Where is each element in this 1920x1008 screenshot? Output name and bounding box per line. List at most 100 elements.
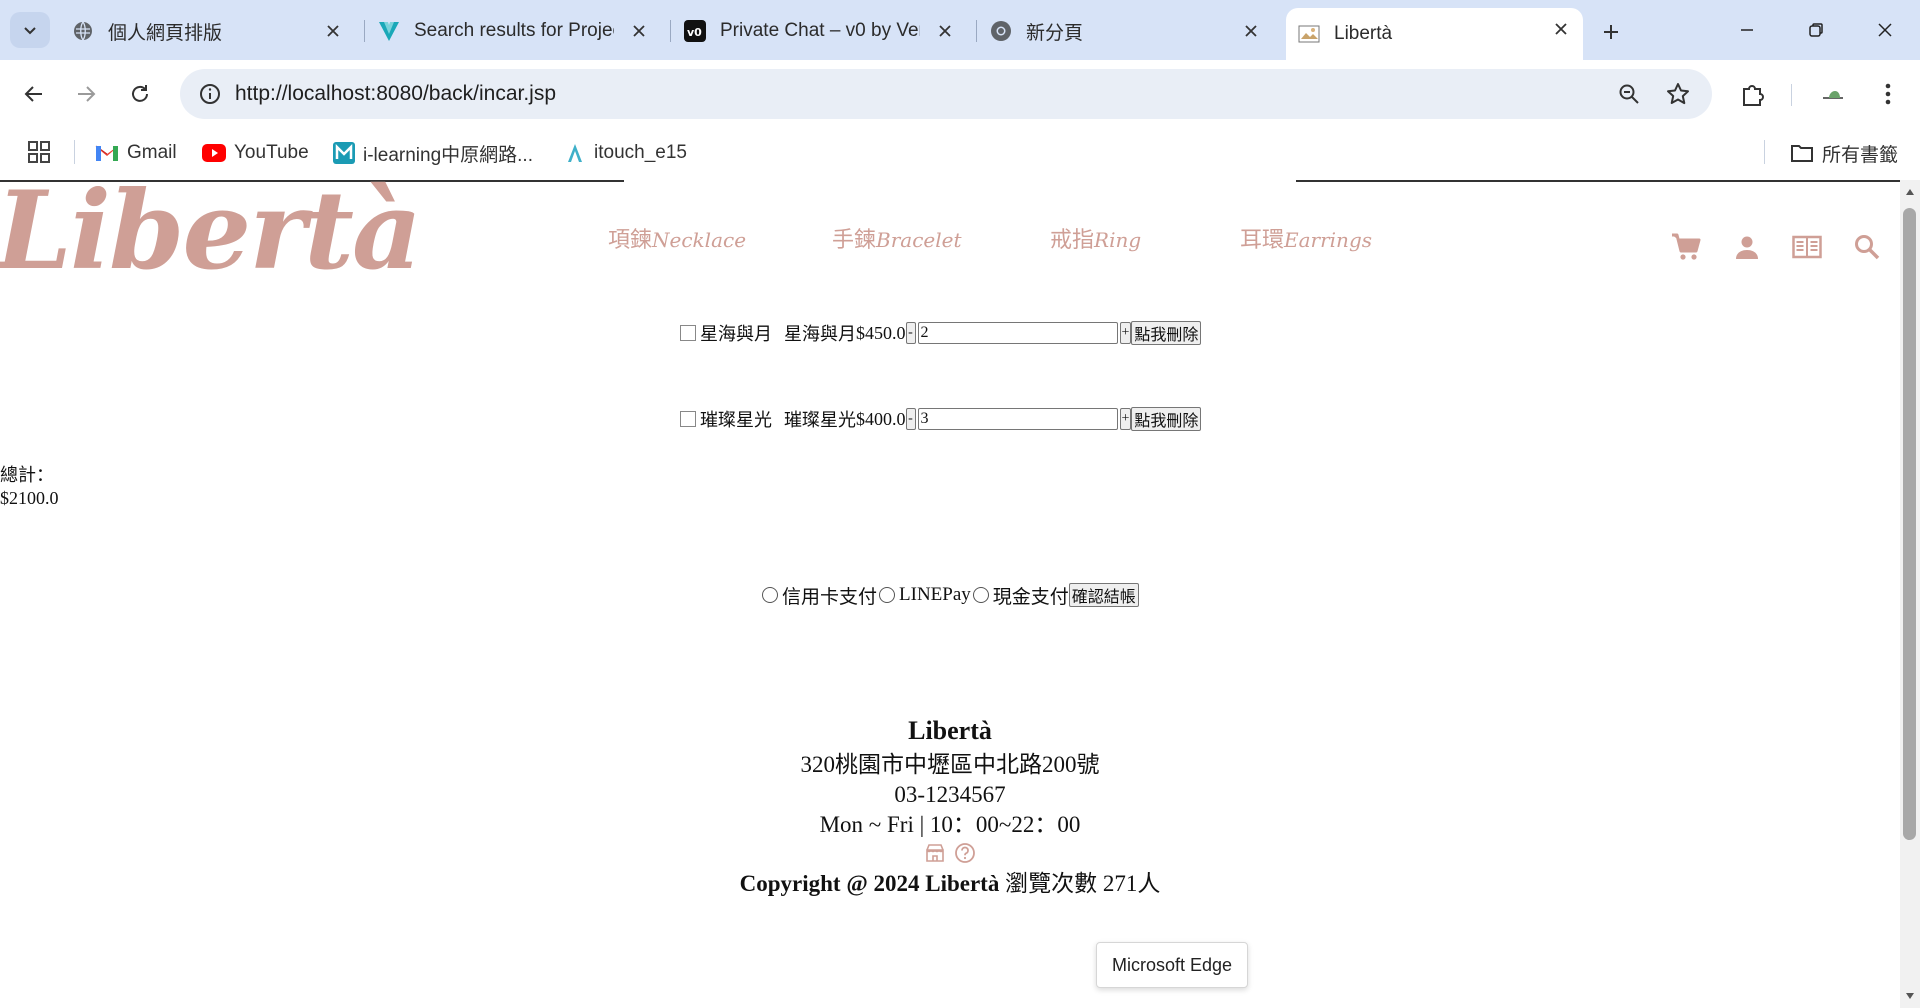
radio-cash[interactable] [972, 587, 989, 603]
all-bookmarks-button[interactable]: 所有書籤 [1790, 138, 1898, 168]
tab-5-active[interactable]: Libertà [1286, 8, 1583, 60]
star-icon[interactable] [1665, 81, 1691, 107]
zoom-out-icon[interactable] [1617, 82, 1641, 106]
help-icon[interactable] [954, 842, 976, 864]
vuetify-icon [379, 22, 399, 41]
book-icon[interactable] [1790, 230, 1824, 264]
arrow-right-icon [78, 86, 96, 102]
itouch-icon [568, 144, 582, 162]
profile-button[interactable] [1815, 76, 1851, 112]
bookmark-itouch[interactable]: itouch_e15 [564, 138, 687, 168]
tab-1[interactable]: 個人網頁排版 [60, 10, 355, 52]
header-divider [1296, 180, 1900, 182]
url-text[interactable]: http://localhost:8080/back/incar.jsp [235, 82, 556, 106]
store-icon[interactable] [924, 842, 946, 864]
tooltip: Microsoft Edge [1096, 942, 1248, 988]
decrease-quantity-button[interactable]: - [905, 408, 916, 430]
broken-image-icon [680, 411, 696, 427]
visit-count: 瀏覽次數 271人 [1005, 871, 1161, 896]
tab-title: Libertà [1334, 23, 1393, 44]
info-icon[interactable] [198, 82, 222, 106]
extensions-icon[interactable] [1735, 76, 1771, 112]
delete-item-button[interactable]: 點我刪除 [1131, 407, 1202, 431]
bookmark-youtube[interactable]: YouTube [202, 138, 309, 168]
scroll-up-arrow-icon[interactable] [1905, 188, 1915, 196]
avatar [1823, 91, 1843, 99]
product-image: 星海與月 [680, 320, 772, 346]
scrollbar-thumb[interactable] [1903, 208, 1916, 840]
bookmark-gmail[interactable]: Gmail [95, 138, 177, 168]
minimize-button[interactable] [1724, 10, 1770, 50]
tab-4[interactable]: 新分頁 [978, 10, 1273, 52]
tab-separator [364, 20, 365, 42]
v0-icon: v0 [684, 20, 706, 42]
quantity-input[interactable]: 3 [917, 408, 1118, 430]
back-button[interactable] [14, 76, 54, 112]
payment-label: LINEPay [899, 584, 971, 605]
quantity-input[interactable]: 2 [917, 322, 1118, 344]
restore-button[interactable] [1793, 10, 1839, 50]
radio-credit-card[interactable] [762, 587, 778, 603]
radio-linepay[interactable] [879, 587, 896, 603]
tab-3[interactable]: v0 Private Chat – v0 by Vercel [672, 10, 967, 52]
cart-icon[interactable] [1669, 230, 1703, 264]
product-price: $450.0 [856, 322, 906, 343]
delete-item-button[interactable]: 點我刪除 [1131, 321, 1202, 345]
close-icon[interactable] [933, 19, 957, 43]
nav-necklace[interactable]: 項鍊Necklace [608, 222, 746, 254]
nav-label-en: Earrings [1284, 228, 1373, 252]
site-logo[interactable]: Libertà [0, 172, 422, 291]
close-icon[interactable] [1549, 17, 1573, 41]
chrome-icon [991, 21, 1011, 41]
copyright-text: Copyright @ 2024 Libertà [739, 871, 1000, 896]
address-bar[interactable]: http://localhost:8080/back/incar.jsp [180, 69, 1712, 119]
nav-label-zh: 手鍊 [832, 228, 877, 253]
close-icon[interactable] [1239, 19, 1263, 43]
close-icon[interactable] [321, 19, 345, 43]
menu-button[interactable] [1870, 76, 1906, 112]
reload-button[interactable] [120, 76, 160, 112]
tab-search-button[interactable] [10, 12, 50, 48]
nav-bracelet[interactable]: 手鍊Bracelet [832, 222, 962, 254]
bookmark-ilearning[interactable]: i-learning中原網路... [333, 138, 533, 168]
confirm-checkout-button[interactable]: 確認結帳 [1068, 583, 1139, 607]
nav-label-zh: 戒指 [1050, 228, 1095, 253]
tab-title: Search results for Projects [414, 20, 614, 41]
increase-quantity-button[interactable]: + [1119, 322, 1132, 344]
decrease-quantity-button[interactable]: - [905, 322, 916, 344]
youtube-icon [202, 144, 226, 162]
new-tab-button[interactable] [1593, 14, 1629, 50]
nav-label-en: Necklace [652, 228, 747, 252]
product-image: 璀璨星光 [680, 406, 772, 432]
tab-2[interactable]: Search results for Projects [366, 10, 661, 52]
arrow-left-icon [24, 86, 42, 102]
minimize-icon [1741, 29, 1753, 31]
search-icon[interactable] [1850, 230, 1884, 264]
nav-ring[interactable]: 戒指Ring [1050, 222, 1141, 254]
payment-options: 信用卡支付 LINEPay 現金支付 確認結帳 [760, 582, 1139, 608]
product-image-alt: 璀璨星光 [700, 410, 772, 430]
bookmark-separator [74, 140, 75, 164]
product-name: 璀璨星光 [784, 410, 856, 430]
svg-text:v0: v0 [687, 26, 702, 39]
chevron-down-icon [24, 27, 36, 35]
close-icon[interactable] [627, 19, 651, 43]
folder-icon [1791, 145, 1813, 162]
site-footer: Libertà 320桃園市中壢區中北路200號 03-1234567 Mon … [650, 712, 1250, 902]
cart-total: 總計： $2100.0 [0, 464, 59, 510]
globe-icon [74, 21, 92, 41]
cart-item: 璀璨星光 璀璨星光 $400.0 - 3 + 點我刪除 [680, 405, 1202, 433]
scroll-down-arrow-icon[interactable] [1905, 992, 1915, 1000]
nav-earrings[interactable]: 耳環Earrings [1240, 222, 1372, 254]
apps-icon[interactable] [27, 140, 51, 164]
forward-button[interactable] [66, 76, 106, 112]
tab-title: Private Chat – v0 by Vercel [720, 20, 920, 41]
footer-brand: Libertà [908, 716, 992, 745]
tab-separator [670, 20, 671, 42]
increase-quantity-button[interactable]: + [1119, 408, 1132, 430]
close-window-button[interactable] [1862, 10, 1908, 50]
ilearning-icon [333, 142, 355, 164]
bookmark-label: Gmail [127, 142, 177, 163]
user-icon[interactable] [1730, 230, 1764, 264]
footer-hours: Mon ~ Fri | 10：00~22：00 [819, 812, 1081, 837]
